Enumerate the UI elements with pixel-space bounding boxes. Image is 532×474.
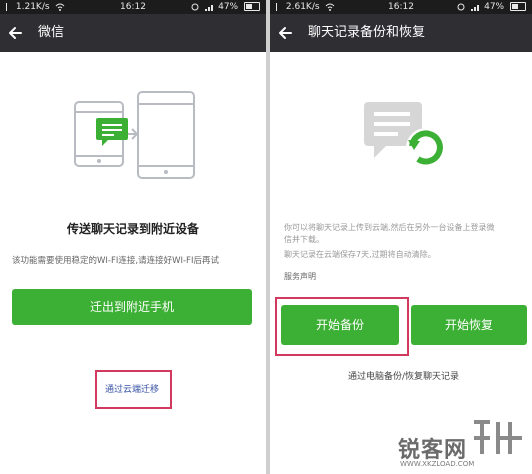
- battery-icon: [244, 2, 260, 11]
- battery-percent: 47%: [484, 2, 505, 12]
- cell-signal-icon: [471, 4, 480, 11]
- back-arrow-icon[interactable]: [6, 21, 28, 45]
- back-arrow-icon[interactable]: [276, 21, 298, 45]
- pc-backup-restore-link[interactable]: 通过电脑备份/恢复聊天记录: [348, 369, 459, 382]
- page-title: 微信: [38, 25, 65, 40]
- right-phone-screen: 2.61K/s 16:12 47% 聊天记录备份和恢复 你可以将聊天记录上传到云…: [270, 0, 532, 474]
- nav-bar: 聊天记录备份和恢复: [270, 14, 532, 52]
- start-backup-button[interactable]: 开始备份: [281, 305, 399, 345]
- service-statement-link[interactable]: 服务声明: [284, 271, 316, 282]
- battery-icon: [510, 2, 526, 11]
- migrate-to-nearby-phone-button[interactable]: 迁出到附近手机: [12, 289, 252, 325]
- status-right: 47%: [454, 0, 526, 14]
- alarm-icon: [191, 3, 199, 10]
- status-right: 47%: [188, 0, 260, 14]
- download-logo-icon: [474, 420, 522, 454]
- phone-transfer-illustration: [74, 91, 195, 179]
- backup-description-2: 信并下载。: [284, 235, 324, 244]
- cloud-migration-link[interactable]: 通过云端迁移: [105, 382, 159, 395]
- watermark-url: WWW.XKZLOAD.COM: [400, 460, 475, 468]
- status-bar: 2.61K/s 16:12 47%: [270, 0, 532, 14]
- chat-backup-illustration: [364, 102, 446, 168]
- backup-description-3: 聊天记录在云端保存7天,过期将自动清除。: [284, 250, 436, 259]
- status-bar: 1.21K/s 16:12 47%: [0, 0, 266, 14]
- section-heading: 传送聊天记录到附近设备: [66, 222, 199, 236]
- wifi-hint: 该功能需要使用稳定的WI-FI连接,请连接好WI-FI后再试: [12, 256, 219, 266]
- start-restore-button[interactable]: 开始恢复: [411, 305, 527, 345]
- page-title: 聊天记录备份和恢复: [308, 25, 426, 40]
- watermark: 锐客网 WWW.XKZLOAD.COM: [398, 410, 528, 470]
- battery-percent: 47%: [218, 2, 239, 12]
- left-phone-screen: 1.21K/s 16:12 47% 微信 传送聊天记录到附近设备 该功能需要使用…: [0, 0, 266, 474]
- backup-description-1: 你可以将聊天记录上传到云端,然后在另外一台设备上登录微: [284, 223, 495, 232]
- nav-bar: 微信: [0, 14, 266, 52]
- alarm-icon: [457, 3, 465, 10]
- cell-signal-icon: [205, 4, 214, 11]
